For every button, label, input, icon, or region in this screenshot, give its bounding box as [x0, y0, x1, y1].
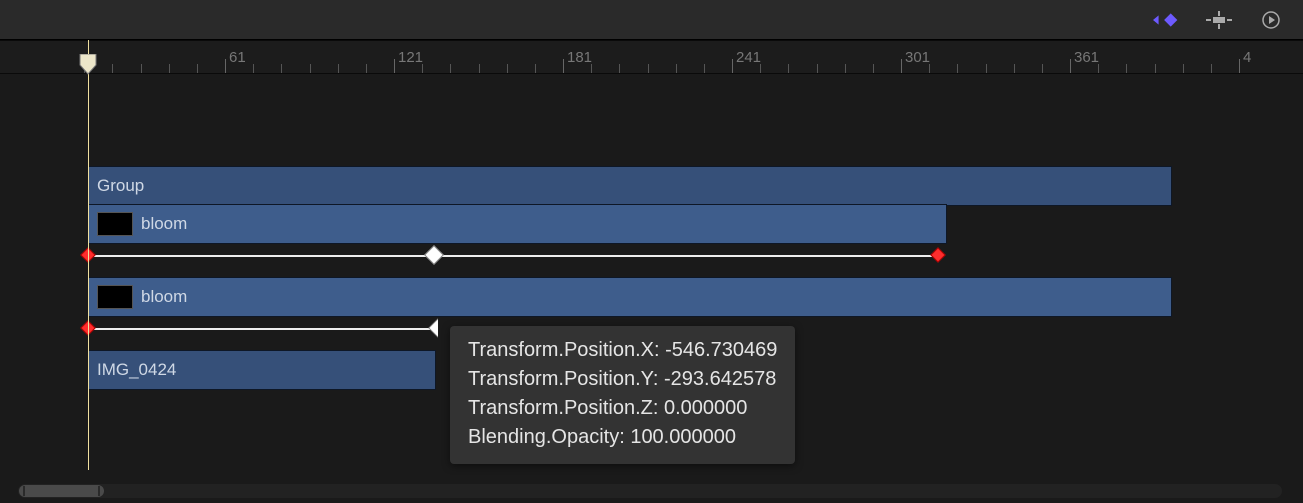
clip-thumbnail-icon: [97, 285, 133, 309]
ruler-tick-label: 121: [398, 49, 423, 66]
playhead-line[interactable]: [88, 40, 89, 470]
tooltip-line: Transform.Position.X: -546.730469: [468, 336, 777, 365]
clip-track-2[interactable]: bloom: [88, 277, 1172, 317]
toolbar: [0, 0, 1303, 40]
ruler-tick-label: 61: [229, 49, 246, 66]
keyframe-end-icon[interactable]: [930, 247, 946, 263]
clip-label: IMG_0424: [97, 360, 176, 380]
keyframe-lane-1[interactable]: [88, 255, 938, 257]
keyframe-half-icon[interactable]: [428, 318, 448, 338]
ruler-tick-label: 241: [736, 49, 761, 66]
keyframe-nav-icon[interactable]: [1153, 10, 1181, 30]
tooltip-line: Blending.Opacity: 100.000000: [468, 423, 777, 452]
clip-track-1[interactable]: bloom: [88, 204, 947, 244]
tooltip-line: Transform.Position.Z: 0.000000: [468, 394, 777, 423]
keyframe-icon[interactable]: [424, 245, 444, 265]
scrollbar-thumb[interactable]: [19, 485, 104, 497]
clip-track-3[interactable]: IMG_0424: [88, 350, 436, 390]
clip-label: bloom: [141, 287, 187, 307]
clip-label: bloom: [141, 214, 187, 234]
playhead-marker-icon[interactable]: [78, 54, 98, 76]
time-ruler[interactable]: 61 121 181 241 301 361 4: [0, 40, 1303, 74]
snapping-icon[interactable]: [1205, 10, 1233, 30]
keyframe-value-tooltip: Transform.Position.X: -546.730469Transfo…: [450, 326, 795, 464]
tooltip-line: Transform.Position.Y: -293.642578: [468, 365, 777, 394]
ruler-tick-label: 4: [1243, 49, 1251, 66]
group-label: Group: [97, 176, 144, 196]
ruler-tick-label: 181: [567, 49, 592, 66]
clip-thumbnail-icon: [97, 212, 133, 236]
ruler-tick-label: 301: [905, 49, 930, 66]
horizontal-scrollbar[interactable]: [18, 484, 1282, 498]
ruler-tick-label: 361: [1074, 49, 1099, 66]
keyframe-lane-2[interactable]: [88, 328, 438, 330]
preview-loop-icon[interactable]: [1257, 10, 1285, 30]
group-track[interactable]: Group: [88, 166, 1172, 206]
